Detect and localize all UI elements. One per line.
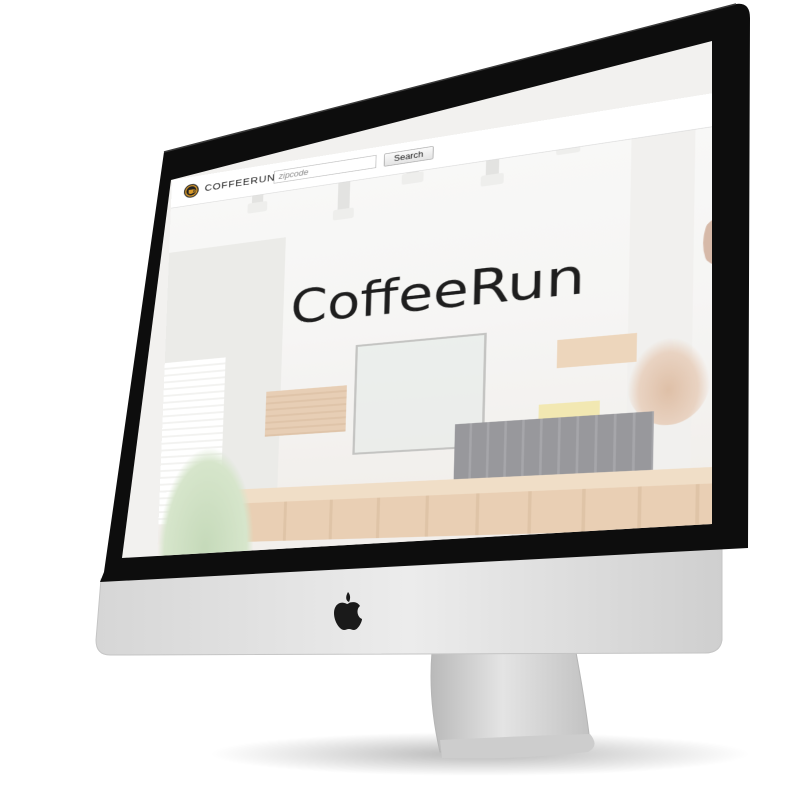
coffee-cup-icon[interactable] xyxy=(183,182,200,199)
search-button[interactable]: Search xyxy=(383,145,434,167)
brand-name[interactable]: COFFEERUN xyxy=(205,172,276,194)
imac-mockup-scene: CoffeeRun COFFEERUN Search xyxy=(0,0,810,788)
zipcode-search-input[interactable] xyxy=(273,154,377,184)
